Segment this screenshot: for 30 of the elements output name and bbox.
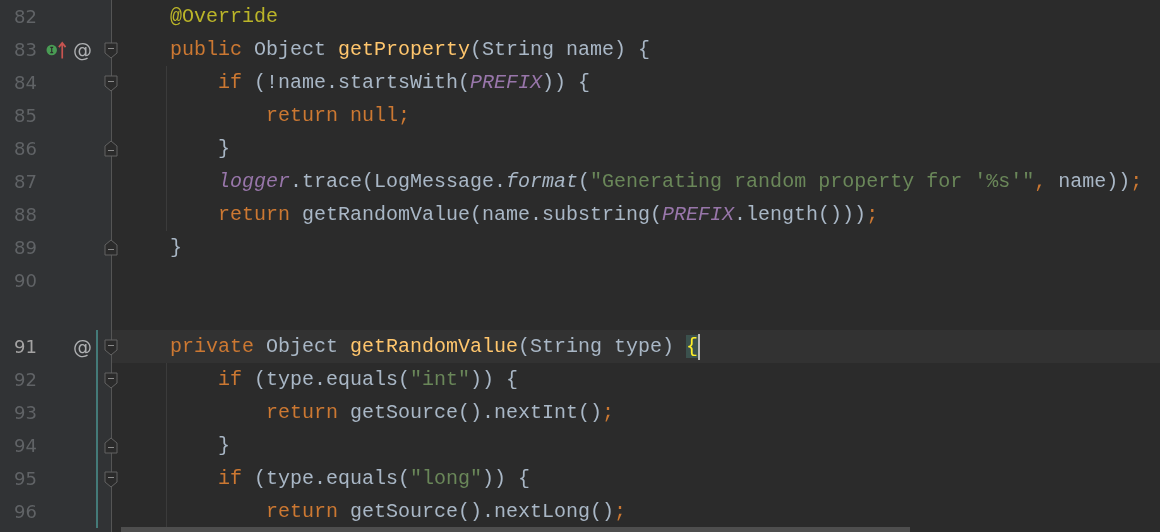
fold-marker-icon[interactable] xyxy=(103,369,118,390)
code-line: @Override xyxy=(170,5,279,28)
change-marker[interactable] xyxy=(96,363,98,396)
code-line: if (type.equals("long")) { xyxy=(218,467,531,490)
code-line: } xyxy=(218,434,230,457)
code-line: logger.trace(LogMessage.format("Generating random property for '%s'", name)); xyxy=(218,170,1143,193)
code-line: return getSource().nextInt(); xyxy=(266,401,615,424)
change-marker[interactable] xyxy=(96,495,98,528)
code-line: private Object getRandomValue(String type) { xyxy=(170,335,699,358)
fold-marker-icon[interactable] xyxy=(103,336,118,357)
change-marker[interactable] xyxy=(96,462,98,495)
fold-marker-icon[interactable] xyxy=(103,39,118,60)
override-mark[interactable]: @ xyxy=(73,38,92,61)
change-marker[interactable] xyxy=(96,429,98,462)
code-line: } xyxy=(218,137,230,160)
change-marker[interactable] xyxy=(96,330,98,363)
code-line: return getRandomValue(name.substring(PREFIX.length())); xyxy=(218,203,879,226)
code-line: return null; xyxy=(266,104,411,127)
fold-marker-icon[interactable] xyxy=(103,72,118,93)
change-marker[interactable] xyxy=(96,396,98,429)
fold-marker-icon[interactable] xyxy=(103,468,118,489)
code-line: return getSource().nextLong(); xyxy=(266,500,627,523)
override-mark[interactable]: @ xyxy=(73,335,92,358)
code-line: public Object getProperty(String name) { xyxy=(170,38,651,61)
line-number: 91 xyxy=(13,336,37,357)
code-line: if (!name.startsWith(PREFIX)) { xyxy=(218,71,591,94)
code-line: if (type.equals("int")) { xyxy=(218,368,519,391)
scrollbar[interactable] xyxy=(121,527,910,532)
code-line: } xyxy=(170,236,182,259)
badge-up-arrow-icon[interactable] xyxy=(46,39,67,60)
